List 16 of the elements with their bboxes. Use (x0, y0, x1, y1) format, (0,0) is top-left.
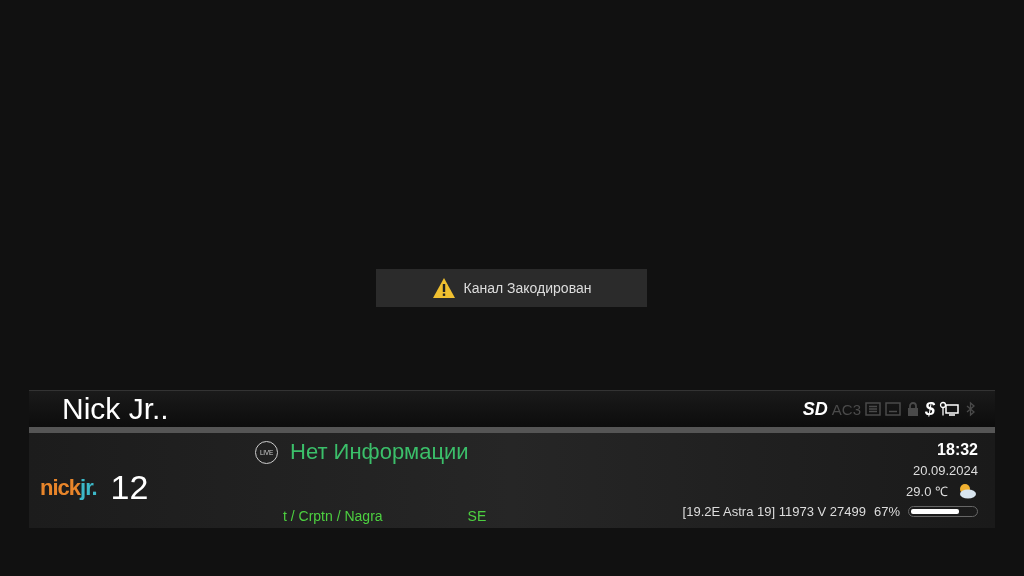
program-title: Нет Информации (290, 439, 469, 465)
warning-icon (431, 277, 456, 299)
status-indicator: SD (802, 398, 828, 420)
status-indicator: $ (925, 398, 935, 420)
temperature: 29.0 ℃ (906, 483, 948, 500)
channel-name: Nick Jr.. (62, 392, 170, 426)
crypt-info: t / Crptn / Nagra (283, 508, 383, 524)
crypt-info: SE (467, 508, 487, 524)
clock-time: 18:32 (937, 441, 978, 459)
status-indicator: AC3 (831, 400, 861, 418)
channel-logo: nickjr. (40, 474, 97, 501)
date-text: 20.09.2024 (912, 463, 978, 478)
channel-number: 12 (110, 468, 149, 507)
toast-message: Канал Закодирован (463, 280, 592, 296)
transponder-info: [19.2E Astra 19] 11973 V 27499 (682, 504, 866, 519)
signal-quality: 67% (873, 504, 900, 519)
